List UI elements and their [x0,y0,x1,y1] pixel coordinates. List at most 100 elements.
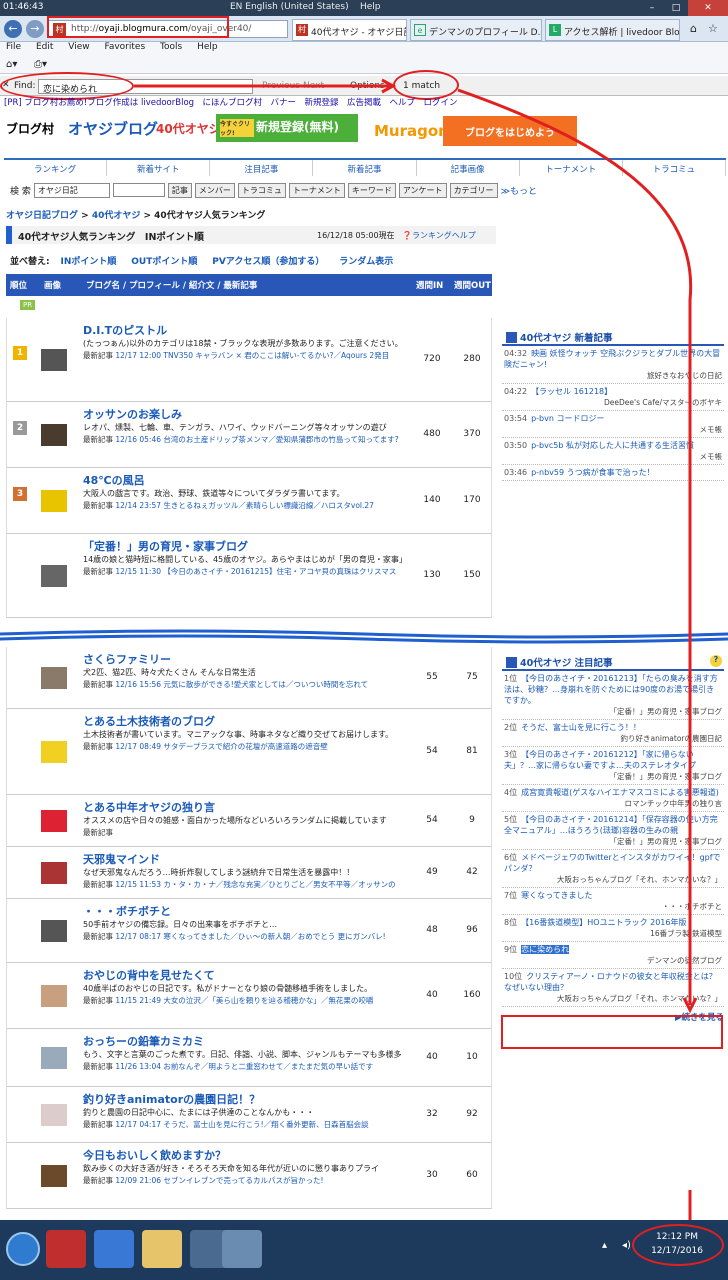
search-more-link[interactable]: ≫もっと [501,184,537,197]
back-icon[interactable]: ← [4,20,22,38]
latest-article-links[interactable]: 最新記事 12/09 21:06 セブンイレブンで売ってるカルパスが旨かった! [83,1175,413,1186]
breadcrumb-oyaji[interactable]: オヤジ日記ブログ [6,211,78,221]
tab-access-log[interactable]: L アクセス解析 | livedoor Blog [545,19,680,41]
blog-thumbnail[interactable] [41,741,67,763]
blog-thumbnail[interactable] [41,810,67,832]
forward-icon[interactable]: → [26,20,44,38]
item-title-link[interactable]: クリスティアーノ・ロナウドの彼女と年収税金とは？なぜいない理由？ [504,972,717,992]
breadcrumb-40dai[interactable]: 40代オヤジ [92,211,141,221]
search-keyword-button[interactable]: キーワード [347,182,396,198]
blog-title-link[interactable]: D.I.Tのピストル [83,322,167,338]
menu-file[interactable]: File [6,42,21,52]
latest-article-links[interactable]: 最新記事 12/17 04:17 そうだ、富士山を見に行こう!／翔く番外更新、日… [83,1119,413,1130]
print-icon[interactable]: ⎙▾ [34,59,47,70]
item-title-link[interactable]: 寒くなってきました [521,891,592,900]
tab-tournament[interactable]: トーナメント [520,160,623,176]
search-category-select[interactable]: オヤジ日記 [33,182,110,198]
latest-article-links[interactable]: 最新記事 12/14 23:57 生きとるねぇガッツル／素晴らしい標識沿線／ハロ… [83,500,413,511]
tab-hot-articles[interactable]: 注目記事 [210,160,314,176]
tab-profile[interactable]: e デンマンのプロフィール D... [410,19,542,41]
list-item[interactable]: 7位 寒くなってきました ・・・ボチボチと [502,888,724,915]
search-torakomyu-button[interactable]: トラコミュ [237,182,286,198]
blog-thumbnail[interactable] [41,1104,67,1126]
tab-torakomyu[interactable]: トラコミュ [623,160,726,176]
help-menu[interactable]: Help [360,2,381,12]
latest-article-links[interactable]: 最新記事 [83,827,413,838]
blog-thumbnail[interactable] [41,667,67,689]
blog-thumbnail[interactable] [41,349,67,371]
tray-arrow-icon[interactable]: ▴ [602,1240,607,1251]
menu-help[interactable]: Help [197,42,218,52]
item-title-link[interactable]: そうだ、富士山を見に行こう！！ [521,723,641,732]
blog-title-link[interactable]: とある中年オヤジの独り言 [83,799,215,815]
start-blog-button[interactable]: ブログをはじめよう [443,116,577,146]
blog-title-link[interactable]: おっちーの鉛筆カミカミ [83,1033,204,1049]
find-next-button[interactable]: Next [303,81,324,91]
tab-new-sites[interactable]: 新着サイト [107,160,211,176]
sort-out[interactable]: OUTポイント順 [131,257,197,267]
item-title-link[interactable]: 恋に染められ [521,945,570,954]
menu-favorites[interactable]: Favorites [104,42,145,52]
list-item[interactable]: 1位 【今日のあさイチ・20161213】「たらの臭みを消す方法は、砂糖？…身崩れ… [502,671,724,720]
latest-article-links[interactable]: 最新記事 12/17 08:49 サタデープラスで紹介の花壇が高速道路の遮音壁 [83,741,413,752]
maximize-icon[interactable]: □ [664,0,688,16]
list-item[interactable]: 6位 メドベージェワのTwitterとインスタがカワイイ！gpfでパンダ？ 大阪おっ… [502,850,724,888]
latest-article-links[interactable]: 最新記事 12/15 11:53 カ・タ・カ・ナ／残念な充実／ひとりごと／男女不… [83,879,413,890]
search-input[interactable] [112,183,165,197]
blog-title-link[interactable]: オッサンのお楽しみ [83,406,182,422]
tab-ranking[interactable]: ランキング [4,160,108,176]
sort-random[interactable]: ランダム表示 [339,257,393,267]
list-item[interactable]: 04:32 映画 妖怪ウォッチ 空飛ぶクジラとダブル世界の大冒険だニャン! 旅好きな… [502,346,724,384]
tab-article-images[interactable]: 記事画像 [417,160,520,176]
blog-thumbnail[interactable] [41,490,67,512]
latest-article-links[interactable]: 最新記事 12/16 15:56 元気に散歩ができる!愛犬家としては／ついつい時… [83,679,413,690]
star-icon[interactable]: ☆ [708,22,718,35]
blog-title-link[interactable]: ・・・ボチボチと [83,903,171,919]
list-item[interactable]: 2位 そうだ、富士山を見に行こう！！ 釣り好きanimatorの農園日記 [502,720,724,747]
top-links[interactable]: [PR] ブログ村お薦め!ブログ作成は livedoorBlog にほんブログ村… [4,96,458,108]
search-tournament-button[interactable]: トーナメント [288,182,345,198]
blog-title-link[interactable]: 「定番！」男の育児・家事ブログ [83,538,248,554]
blog-thumbnail[interactable] [41,920,67,942]
home-icon[interactable]: ⌂▾ [6,59,17,70]
ranking-help-link[interactable]: ❓ランキングヘルプ [402,230,476,241]
menu-edit[interactable]: Edit [36,42,53,52]
start-button-icon[interactable] [6,1232,40,1266]
muragon-logo[interactable]: Muragon [374,122,449,140]
list-item[interactable]: 9位 恋に染められ デンマンの徒然ブログ [502,942,724,969]
minimize-icon[interactable]: – [640,0,664,16]
item-title-link[interactable]: 映画 妖怪ウォッチ 空飛ぶクジラとダブル世界の大冒険だニャン! [504,349,720,369]
close-icon[interactable]: ✕ [688,0,728,16]
blog-title-link[interactable]: さくらファミリー [83,651,171,667]
file-explorer-icon[interactable] [142,1230,182,1268]
blog-title-link[interactable]: 今日もおいしく飲めますか？ [83,1147,226,1163]
internet-explorer-icon[interactable] [94,1230,134,1268]
list-item[interactable]: 03:46 p-nbv59 うつ病が食事で治った！ [502,465,724,481]
volume-icon[interactable]: ◂) [622,1240,631,1251]
blog-thumbnail[interactable] [41,862,67,884]
acrobat-icon[interactable] [46,1230,86,1268]
search-members-button[interactable]: メンバー [194,182,235,198]
item-title-link[interactable]: 【16番鉄道模型】HOユニトラック 2016年版 [521,918,686,927]
oyaji-blog-logo[interactable]: オヤジブログ [68,118,158,139]
blog-title-link[interactable]: 釣り好きanimatorの農園日記！？ [83,1091,260,1107]
blogmura-logo[interactable]: ブログ村 [6,120,54,137]
search-survey-button[interactable]: アンケート [398,182,447,198]
item-title-link[interactable]: 【ラッセル 161218】 [531,387,612,396]
blog-title-link[interactable]: 天邪鬼マインド [83,851,160,867]
blog-thumbnail[interactable] [41,424,67,446]
latest-article-links[interactable]: 最新記事 12/17 12:00 TNV350 キャラバン × 君のここは解い-… [83,350,413,361]
paint-icon[interactable] [222,1230,262,1268]
sort-in[interactable]: INポイント順 [60,257,116,267]
latest-article-links[interactable]: 最新記事 11/15 21:49 大女の泣沢／「美ら山を頼りを辿る稽穂かな」／無… [83,995,413,1006]
help-icon[interactable]: ? [710,655,722,667]
40dai-logo[interactable]: 40代オヤジ [156,120,221,137]
blog-thumbnail[interactable] [41,1047,67,1069]
search-category-button[interactable]: カテゴリー [449,182,498,198]
tab-40dai-oyaji[interactable]: 村 40代オヤジ - オヤジ日記... [292,19,407,41]
sort-pv[interactable]: PVアクセス順（参加する） [212,257,324,267]
item-title-link[interactable]: 【今日のあさイチ・20161214】「保存容器の使い方完全マニュアル」…ほうろう… [504,815,718,835]
list-item[interactable]: 4位 成宮寛貴報道(ゲスなハイエナマスコミによる害悪報道) ロマンチック中年男の独り… [502,785,724,812]
blog-title-link[interactable]: 48℃の風呂 [83,472,145,488]
find-previous-button[interactable]: Previous [262,81,300,91]
